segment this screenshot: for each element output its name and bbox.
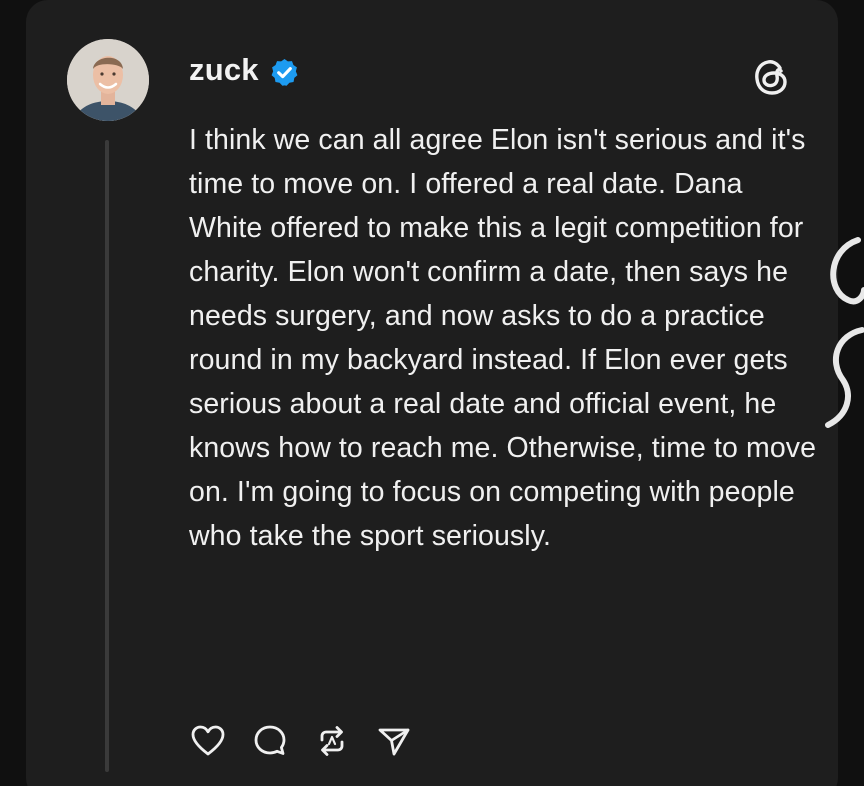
post-actions [189, 722, 413, 760]
verified-badge-icon [271, 58, 298, 86]
comment-bubble-icon[interactable] [251, 722, 289, 760]
post-header: zuck [189, 52, 300, 88]
thread-connector-line [105, 140, 109, 772]
username[interactable]: zuck [189, 52, 259, 88]
background-threads-logo-fragment [825, 237, 864, 428]
threads-logo-icon[interactable] [750, 56, 792, 98]
avatar[interactable] [67, 39, 149, 121]
repost-arrows-icon[interactable] [313, 722, 351, 760]
profile-photo-icon [67, 39, 149, 121]
screenshot-stage: zuck I think we can all agree Elon isn't… [0, 0, 864, 786]
send-paper-plane-icon[interactable] [375, 722, 413, 760]
heart-icon[interactable] [189, 722, 227, 760]
post-body-text: I think we can all agree Elon isn't seri… [189, 124, 817, 552]
